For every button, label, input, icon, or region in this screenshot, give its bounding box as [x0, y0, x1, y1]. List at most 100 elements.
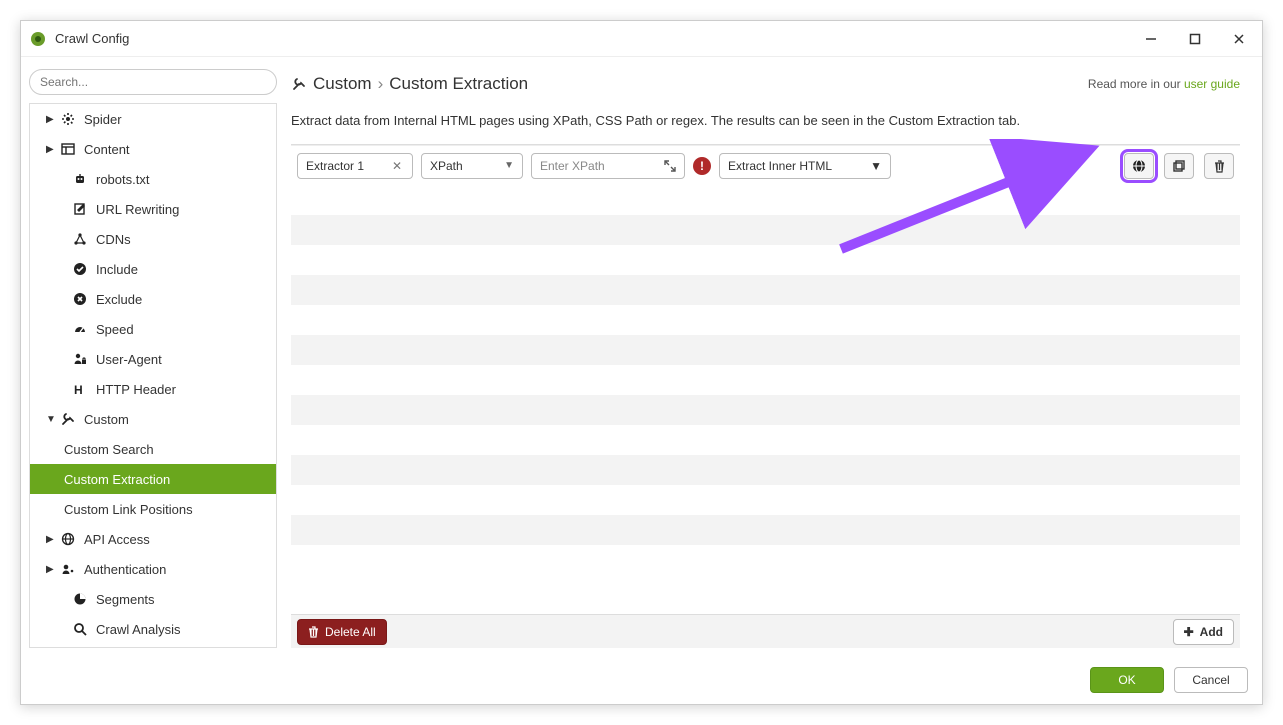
- globe-button[interactable]: [1124, 153, 1154, 179]
- user-key-icon: [60, 562, 76, 576]
- magnify-icon: [72, 622, 88, 636]
- main-panel: Custom › Custom Extraction Read more in …: [277, 65, 1254, 648]
- x-circle-icon: [72, 292, 88, 306]
- gear-icon: [60, 112, 76, 126]
- dialog-body: ▶ Spider ▶ Content robots.txt URL Rewriting CD…: [21, 57, 1262, 656]
- check-circle-icon: [72, 262, 88, 276]
- tree-item-label: robots.txt: [96, 172, 149, 187]
- tree-item-url-rewriting[interactable]: URL Rewriting: [30, 194, 276, 224]
- caret-down-icon: ▼: [870, 159, 882, 173]
- empty-rows: [291, 185, 1240, 614]
- tree-item-label: URL Rewriting: [96, 202, 179, 217]
- tree-item-label: Content: [84, 142, 130, 157]
- tree-item-spider[interactable]: ▶ Spider: [30, 104, 276, 134]
- extractor-area: Extractor 1 ✕ XPath ▼ Enter XPath !: [291, 145, 1240, 648]
- gauge-icon: [72, 322, 88, 336]
- globe-grid-icon: [60, 532, 76, 546]
- header-icon: H: [72, 382, 88, 396]
- tools-icon: [60, 412, 76, 426]
- selector-type-dropdown[interactable]: XPath ▼: [421, 153, 523, 179]
- tools-icon: [291, 76, 307, 92]
- tree-item-cdns[interactable]: CDNs: [30, 224, 276, 254]
- caret-right-icon: ▶: [46, 534, 58, 545]
- add-button[interactable]: ✚ Add: [1173, 619, 1234, 645]
- tree-item-include[interactable]: Include: [30, 254, 276, 284]
- tree-item-label: HTTP Header: [96, 382, 176, 397]
- tree-item-exclude[interactable]: Exclude: [30, 284, 276, 314]
- chevron-right-icon: ›: [378, 74, 384, 94]
- tree-item-robots-txt[interactable]: robots.txt: [30, 164, 276, 194]
- robot-icon: [72, 172, 88, 186]
- breadcrumb-current: Custom Extraction: [389, 74, 528, 94]
- ok-button[interactable]: OK: [1090, 667, 1164, 693]
- pie-icon: [72, 592, 88, 606]
- caret-down-icon: ▼: [504, 160, 514, 171]
- svg-text:H: H: [74, 383, 83, 396]
- extractor-toolbar: Delete All ✚ Add: [291, 614, 1240, 648]
- extractor-row: Extractor 1 ✕ XPath ▼ Enter XPath !: [291, 145, 1240, 185]
- window-controls: [1136, 24, 1254, 54]
- tree-item-label: Exclude: [96, 292, 142, 307]
- clear-name-icon[interactable]: ✕: [390, 159, 404, 173]
- tree-item-custom-search[interactable]: Custom Search: [30, 434, 276, 464]
- app-icon: [29, 30, 47, 48]
- window-title: Crawl Config: [55, 31, 129, 46]
- tree-item-content[interactable]: ▶ Content: [30, 134, 276, 164]
- breadcrumb: Custom › Custom Extraction: [291, 74, 528, 94]
- edit-icon: [72, 202, 88, 216]
- trash-icon: [308, 626, 319, 638]
- tree-item-label: Custom Extraction: [64, 472, 170, 487]
- tree-item-label: User-Agent: [96, 352, 162, 367]
- tree-item-label: CDNs: [96, 232, 131, 247]
- expand-icon[interactable]: [664, 160, 676, 172]
- duplicate-button[interactable]: [1164, 153, 1194, 179]
- tree-item-label: API Access: [84, 532, 150, 547]
- tree-item-label: Custom: [84, 412, 129, 427]
- sidebar: ▶ Spider ▶ Content robots.txt URL Rewriting CD…: [29, 65, 277, 648]
- tree-item-http-header[interactable]: H HTTP Header: [30, 374, 276, 404]
- tree-item-label: Crawl Analysis: [96, 622, 181, 637]
- description: Extract data from Internal HTML pages us…: [291, 113, 1240, 128]
- dialog-footer: OK Cancel: [21, 656, 1262, 704]
- caret-right-icon: ▶: [46, 144, 58, 155]
- tree-item-label: Custom Link Positions: [64, 502, 193, 517]
- tree-item-api-access[interactable]: ▶ API Access: [30, 524, 276, 554]
- extraction-mode-dropdown[interactable]: Extract Inner HTML ▼: [719, 153, 891, 179]
- tree-item-label: Segments: [96, 592, 155, 607]
- breadcrumb-root: Custom: [313, 74, 372, 94]
- delete-all-button[interactable]: Delete All: [297, 619, 387, 645]
- extractor-name-input[interactable]: Extractor 1 ✕: [297, 153, 413, 179]
- user-guide-link[interactable]: user guide: [1184, 77, 1240, 91]
- close-button[interactable]: [1224, 24, 1254, 54]
- help-text: Read more in our user guide: [1088, 77, 1240, 91]
- tree-item-custom-extraction[interactable]: Custom Extraction: [30, 464, 276, 494]
- tree-item-segments[interactable]: Segments: [30, 584, 276, 614]
- tree-item-speed[interactable]: Speed: [30, 314, 276, 344]
- plus-icon: ✚: [1184, 625, 1194, 639]
- tree-item-custom-link-positions[interactable]: Custom Link Positions: [30, 494, 276, 524]
- titlebar: Crawl Config: [21, 21, 1262, 57]
- crawl-config-dialog: Crawl Config ▶ Spider ▶ Content robots.txt UR…: [20, 20, 1263, 705]
- tree-item-label: Authentication: [84, 562, 166, 577]
- caret-down-icon: ▼: [46, 414, 58, 425]
- xpath-input[interactable]: Enter XPath: [531, 153, 685, 179]
- tree-item-user-agent[interactable]: User-Agent: [30, 344, 276, 374]
- user-lock-icon: [72, 352, 88, 366]
- tree-item-authentication[interactable]: ▶ Authentication: [30, 554, 276, 584]
- caret-right-icon: ▶: [46, 114, 58, 125]
- tree-item-label: Speed: [96, 322, 134, 337]
- cancel-button[interactable]: Cancel: [1174, 667, 1248, 693]
- network-icon: [72, 232, 88, 246]
- minimize-button[interactable]: [1136, 24, 1166, 54]
- header-row: Custom › Custom Extraction Read more in …: [291, 69, 1240, 99]
- tree-item-label: Custom Search: [64, 442, 154, 457]
- tree-item-label: Spider: [84, 112, 122, 127]
- tree-item-crawl-analysis[interactable]: Crawl Analysis: [30, 614, 276, 644]
- tree-item-label: Include: [96, 262, 138, 277]
- config-tree: ▶ Spider ▶ Content robots.txt URL Rewriting CD…: [29, 103, 277, 648]
- tree-item-custom[interactable]: ▼ Custom: [30, 404, 276, 434]
- search-input[interactable]: [29, 69, 277, 95]
- caret-right-icon: ▶: [46, 564, 58, 575]
- delete-button[interactable]: [1204, 153, 1234, 179]
- maximize-button[interactable]: [1180, 24, 1210, 54]
